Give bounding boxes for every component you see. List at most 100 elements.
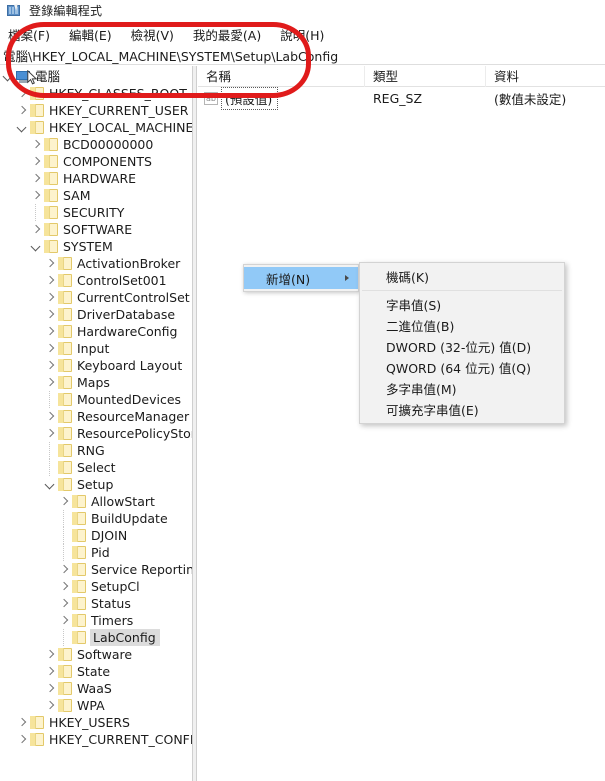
tree-item-software[interactable]: SOFTWARE	[0, 221, 192, 238]
chevron-right-icon[interactable]	[14, 731, 30, 748]
ctx-new-expandstring[interactable]: 可擴充字串值(E)	[360, 399, 564, 420]
tree-item-djoin[interactable]: DJOIN	[0, 527, 192, 544]
tree-item-driverdatabase[interactable]: DriverDatabase	[0, 306, 192, 323]
chevron-right-icon[interactable]	[28, 153, 44, 170]
tree-item-activationbroker[interactable]: ActivationBroker	[0, 255, 192, 272]
tree-item-keyboard-layout[interactable]: Keyboard Layout	[0, 357, 192, 374]
tree-item-status[interactable]: Status	[0, 595, 192, 612]
chevron-right-icon[interactable]	[42, 408, 58, 425]
tree-item-hkey-users[interactable]: HKEY_USERS	[0, 714, 192, 731]
tree-item-label: DJOIN	[91, 528, 128, 543]
address-bar[interactable]: 電腦\HKEY_LOCAL_MACHINE\SYSTEM\Setup\LabCo…	[0, 46, 605, 65]
ctx-new-multistring[interactable]: 多字串值(M)	[360, 378, 564, 399]
ctx-new-qword[interactable]: QWORD (64 位元) 值(Q)	[360, 357, 564, 378]
tree-item-hardware[interactable]: HARDWARE	[0, 170, 192, 187]
chevron-right-icon[interactable]	[42, 255, 58, 272]
tree-item--[interactable]: 電腦	[0, 68, 192, 85]
chevron-right-icon[interactable]	[56, 561, 72, 578]
tree-item-pid[interactable]: Pid	[0, 544, 192, 561]
tree-item-hkey-local-machine[interactable]: HKEY_LOCAL_MACHINE	[0, 119, 192, 136]
tree-item-rng[interactable]: RNG	[0, 442, 192, 459]
tree-item-allowstart[interactable]: AllowStart	[0, 493, 192, 510]
tree-item-state[interactable]: State	[0, 663, 192, 680]
tree-item-select[interactable]: Select	[0, 459, 192, 476]
chevron-right-icon[interactable]	[42, 323, 58, 340]
tree-item-maps[interactable]: Maps	[0, 374, 192, 391]
tree-item-sam[interactable]: SAM	[0, 187, 192, 204]
chevron-right-icon[interactable]	[56, 493, 72, 510]
chevron-right-icon[interactable]	[42, 680, 58, 697]
chevron-right-icon[interactable]	[28, 221, 44, 238]
tree-item-label: HardwareConfig	[77, 324, 178, 339]
tree-item-setupcl[interactable]: SetupCl	[0, 578, 192, 595]
chevron-down-icon[interactable]	[0, 68, 16, 85]
menu-help[interactable]: 說明(H)	[280, 23, 333, 46]
tree-item-software[interactable]: Software	[0, 646, 192, 663]
ctx-new[interactable]: 新增(N)	[244, 267, 358, 289]
chevron-right-icon[interactable]	[56, 595, 72, 612]
chevron-right-icon[interactable]	[42, 340, 58, 357]
tree-line	[56, 510, 72, 527]
tree-line	[42, 459, 58, 476]
ctx-new-binary[interactable]: 二進位值(B)	[360, 315, 564, 336]
tree-item-components[interactable]: COMPONENTS	[0, 153, 192, 170]
column-type[interactable]: 類型	[365, 65, 486, 87]
tree-item-mounteddevices[interactable]: MountedDevices	[0, 391, 192, 408]
tree-item-hardwareconfig[interactable]: HardwareConfig	[0, 323, 192, 340]
chevron-right-icon[interactable]	[42, 306, 58, 323]
chevron-right-icon[interactable]	[56, 578, 72, 595]
chevron-right-icon[interactable]	[56, 612, 72, 629]
tree-item-wpa[interactable]: WPA	[0, 697, 192, 714]
tree-item-setup[interactable]: Setup	[0, 476, 192, 493]
chevron-right-icon[interactable]	[42, 697, 58, 714]
tree-item-service-reporting-a[interactable]: Service Reporting A	[0, 561, 192, 578]
tree-item-controlset001[interactable]: ControlSet001	[0, 272, 192, 289]
chevron-right-icon[interactable]	[42, 357, 58, 374]
chevron-right-icon[interactable]	[42, 646, 58, 663]
tree-item-label: ResourceManager	[77, 409, 190, 424]
tree-item-waas[interactable]: WaaS	[0, 680, 192, 697]
chevron-right-icon[interactable]	[28, 136, 44, 153]
chevron-right-icon[interactable]	[14, 102, 30, 119]
tree-item-hkey-current-config[interactable]: HKEY_CURRENT_CONFIG	[0, 731, 192, 748]
chevron-right-icon[interactable]	[14, 85, 30, 102]
table-row[interactable]: ab (預設值) REG_SZ (數值未設定)	[198, 86, 605, 110]
chevron-right-icon[interactable]	[42, 272, 58, 289]
menu-view[interactable]: 檢視(V)	[131, 23, 183, 46]
tree-item-currentcontrolset[interactable]: CurrentControlSet	[0, 289, 192, 306]
ctx-new-key[interactable]: 機碼(K)	[360, 266, 564, 287]
chevron-right-icon[interactable]	[42, 374, 58, 391]
tree-item-input[interactable]: Input	[0, 340, 192, 357]
chevron-down-icon[interactable]	[14, 119, 30, 136]
tree-item-timers[interactable]: Timers	[0, 612, 192, 629]
ctx-new-string[interactable]: 字串值(S)	[360, 294, 564, 315]
tree-item-resourcemanager[interactable]: ResourceManager	[0, 408, 192, 425]
chevron-down-icon[interactable]	[42, 476, 58, 493]
chevron-right-icon[interactable]	[42, 663, 58, 680]
menu-edit[interactable]: 編輯(E)	[69, 23, 121, 46]
context-menu[interactable]: 新增(N)	[243, 264, 359, 292]
tree-item-system[interactable]: SYSTEM	[0, 238, 192, 255]
chevron-down-icon[interactable]	[28, 238, 44, 255]
registry-tree-pane[interactable]: 電腦 HKEY_CLASSES_ROOT HKEY_CURRENT_USER HKEY…	[0, 66, 192, 781]
tree-item-hkey-current-user[interactable]: HKEY_CURRENT_USER	[0, 102, 192, 119]
pane-splitter[interactable]	[192, 66, 197, 781]
chevron-right-icon[interactable]	[42, 289, 58, 306]
column-data[interactable]: 資料	[486, 66, 605, 87]
tree-item-security[interactable]: SECURITY	[0, 204, 192, 221]
tree-item-labconfig[interactable]: LabConfig	[0, 629, 192, 646]
chevron-right-icon[interactable]	[42, 425, 58, 442]
ctx-new-dword[interactable]: DWORD (32-位元) 值(D)	[360, 336, 564, 357]
column-name[interactable]: 名稱	[198, 65, 365, 87]
tree-item-hkey-classes-root[interactable]: HKEY_CLASSES_ROOT	[0, 85, 192, 102]
menu-favorites[interactable]: 我的最愛(A)	[193, 23, 270, 46]
menu-separator	[362, 290, 562, 291]
tree-item-buildupdate[interactable]: BuildUpdate	[0, 510, 192, 527]
menu-file[interactable]: 檔案(F)	[8, 23, 59, 46]
chevron-right-icon[interactable]	[28, 187, 44, 204]
tree-item-resourcepolicystore[interactable]: ResourcePolicyStore	[0, 425, 192, 442]
chevron-right-icon[interactable]	[14, 714, 30, 731]
chevron-right-icon[interactable]	[28, 170, 44, 187]
tree-item-bcd00000000[interactable]: BCD00000000	[0, 136, 192, 153]
context-submenu-new[interactable]: 機碼(K) 字串值(S) 二進位值(B) DWORD (32-位元) 值(D) QWOR…	[359, 262, 565, 424]
